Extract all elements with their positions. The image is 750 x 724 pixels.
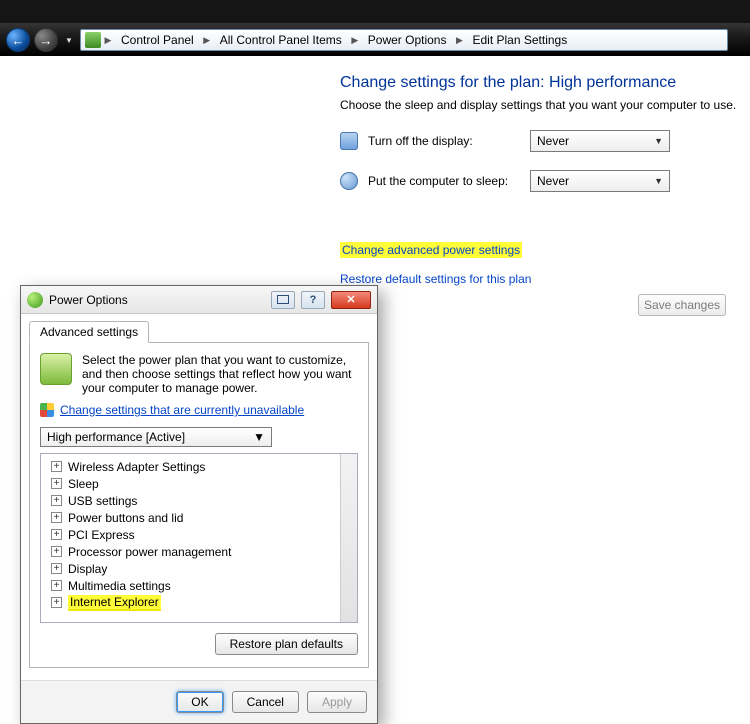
ok-button[interactable]: OK bbox=[176, 691, 223, 713]
setting-row-display: Turn off the display: Never ▼ bbox=[340, 130, 750, 152]
link-restore-defaults[interactable]: Restore default settings for this plan bbox=[340, 272, 750, 286]
tree-scrollbar[interactable] bbox=[340, 454, 357, 622]
link-change-unavailable-label: Change settings that are currently unava… bbox=[60, 403, 304, 417]
tree-node-usb[interactable]: +USB settings bbox=[43, 492, 355, 509]
dialog-title: Power Options bbox=[49, 293, 128, 307]
expand-icon[interactable]: + bbox=[51, 580, 62, 591]
tree-node-internet-explorer[interactable]: +Internet Explorer bbox=[43, 594, 355, 611]
tree-node-power-buttons[interactable]: +Power buttons and lid bbox=[43, 509, 355, 526]
expand-icon[interactable]: + bbox=[51, 495, 62, 506]
chevron-right-icon: ▶ bbox=[454, 35, 464, 46]
dialog-titlebar[interactable]: Power Options ? ✕ bbox=[21, 286, 377, 314]
display-label: Turn off the display: bbox=[368, 134, 473, 148]
nav-history-dropdown[interactable]: ▼ bbox=[62, 29, 76, 51]
expand-icon[interactable]: + bbox=[51, 478, 62, 489]
chevron-right-icon: ▶ bbox=[202, 35, 212, 46]
setting-row-sleep: Put the computer to sleep: Never ▼ bbox=[340, 170, 750, 192]
cancel-button[interactable]: Cancel bbox=[232, 691, 299, 713]
display-select-value: Never bbox=[537, 134, 569, 148]
expand-icon[interactable]: + bbox=[51, 461, 62, 472]
breadcrumb-power-options[interactable]: Power Options bbox=[362, 33, 453, 47]
shield-icon bbox=[40, 403, 54, 417]
breadcrumb-all-items[interactable]: All Control Panel Items bbox=[214, 33, 348, 47]
tree-node-display[interactable]: +Display bbox=[43, 560, 355, 577]
dialog-footer: OK Cancel Apply bbox=[21, 680, 377, 723]
page-subtitle: Choose the sleep and display settings th… bbox=[340, 98, 750, 112]
dialog-help-button[interactable]: ? bbox=[301, 291, 325, 309]
sleep-select[interactable]: Never ▼ bbox=[530, 170, 670, 192]
sleep-icon bbox=[340, 172, 358, 190]
apply-button[interactable]: Apply bbox=[307, 691, 367, 713]
expand-icon[interactable]: + bbox=[51, 512, 62, 523]
plan-select-value: High performance [Active] bbox=[47, 430, 185, 444]
link-change-unavailable[interactable]: Change settings that are currently unava… bbox=[40, 403, 358, 417]
power-options-dialog: Power Options ? ✕ Advanced settings Sele… bbox=[20, 285, 378, 724]
tree-node-processor[interactable]: +Processor power management bbox=[43, 543, 355, 560]
display-select[interactable]: Never ▼ bbox=[530, 130, 670, 152]
link-change-advanced[interactable]: Change advanced power settings bbox=[340, 242, 522, 258]
tree-node-sleep[interactable]: +Sleep bbox=[43, 475, 355, 492]
explorer-navbar: ← → ▼ ▶ Control Panel ▶ All Control Pane… bbox=[0, 24, 750, 56]
expand-icon[interactable]: + bbox=[51, 563, 62, 574]
power-icon bbox=[27, 292, 43, 308]
back-button[interactable]: ← bbox=[6, 28, 30, 52]
restore-plan-defaults-button[interactable]: Restore plan defaults bbox=[215, 633, 358, 655]
page-title: Change settings for the plan: High perfo… bbox=[340, 74, 750, 92]
battery-icon bbox=[40, 353, 72, 385]
tree-node-pci[interactable]: +PCI Express bbox=[43, 526, 355, 543]
dialog-tabstrip: Advanced settings bbox=[29, 320, 369, 343]
display-icon bbox=[340, 132, 358, 150]
forward-button[interactable]: → bbox=[34, 28, 58, 52]
chevron-down-icon: ▼ bbox=[253, 430, 265, 444]
control-panel-icon bbox=[85, 32, 101, 48]
dialog-description: Select the power plan that you want to c… bbox=[82, 353, 358, 395]
tree-node-wireless[interactable]: +Wireless Adapter Settings bbox=[43, 458, 355, 475]
settings-tree[interactable]: +Wireless Adapter Settings +Sleep +USB s… bbox=[40, 453, 358, 623]
plan-select[interactable]: High performance [Active] ▼ bbox=[40, 427, 272, 447]
expand-icon[interactable]: + bbox=[51, 546, 62, 557]
chevron-down-icon: ▼ bbox=[654, 136, 663, 146]
sleep-select-value: Never bbox=[537, 174, 569, 188]
save-changes-button[interactable]: Save changes bbox=[638, 294, 726, 316]
expand-icon[interactable]: + bbox=[51, 529, 62, 540]
breadcrumb-root[interactable]: Control Panel bbox=[115, 33, 200, 47]
chevron-right-icon: ▶ bbox=[350, 35, 360, 46]
dialog-close-button[interactable]: ✕ bbox=[331, 291, 371, 309]
window-titlebar bbox=[0, 0, 750, 24]
tree-node-multimedia[interactable]: +Multimedia settings bbox=[43, 577, 355, 594]
dialog-restore-button[interactable] bbox=[271, 291, 295, 309]
chevron-down-icon: ▼ bbox=[654, 176, 663, 186]
chevron-right-icon: ▶ bbox=[103, 35, 113, 46]
breadcrumb-edit-plan[interactable]: Edit Plan Settings bbox=[466, 33, 573, 47]
tab-advanced-settings[interactable]: Advanced settings bbox=[29, 321, 149, 343]
address-bar[interactable]: ▶ Control Panel ▶ All Control Panel Item… bbox=[80, 29, 728, 51]
tab-panel: Select the power plan that you want to c… bbox=[29, 343, 369, 668]
sleep-label: Put the computer to sleep: bbox=[368, 174, 508, 188]
expand-icon[interactable]: + bbox=[51, 597, 62, 608]
